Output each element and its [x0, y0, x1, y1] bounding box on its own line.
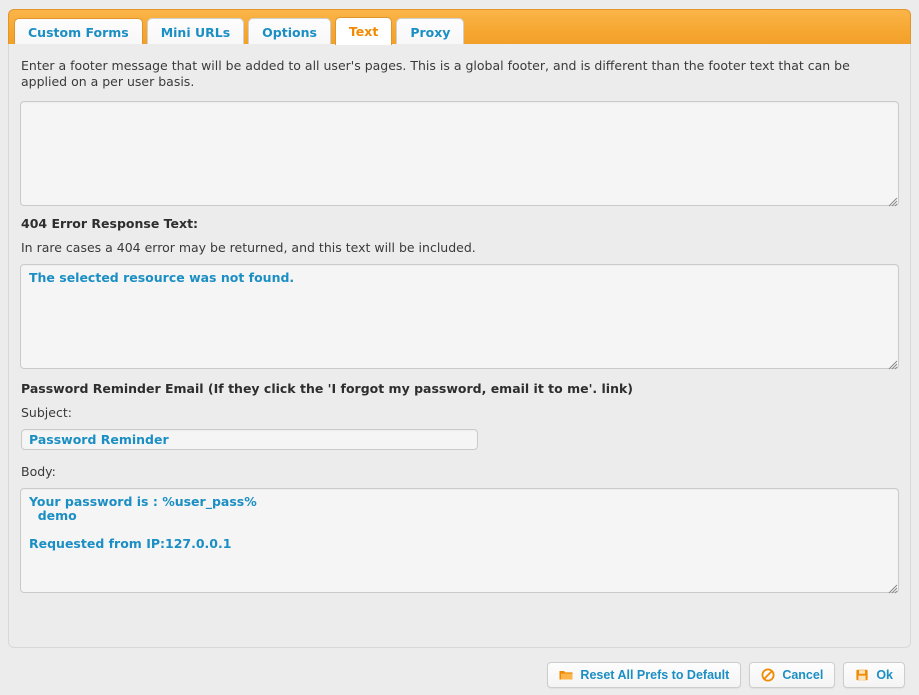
ok-button[interactable]: Ok: [843, 662, 905, 688]
save-disk-icon: [855, 668, 869, 682]
body-textarea[interactable]: Your password is : %user_pass% demo Requ…: [20, 488, 899, 593]
subject-input[interactable]: [21, 429, 478, 450]
body-label: Body:: [21, 464, 56, 479]
button-label: Reset All Prefs to Default: [580, 668, 730, 682]
dialog-footer: Reset All Prefs to Default Cancel Ok: [0, 655, 919, 695]
tab-mini-urls[interactable]: Mini URLs: [146, 18, 245, 45]
global-footer-field-wrap: [19, 101, 900, 207]
cancel-circle-icon: [761, 668, 775, 682]
tab-label: Custom Forms: [28, 24, 129, 40]
preferences-window: Custom Forms Mini URLs Options Text Prox…: [0, 0, 919, 695]
subject-label: Subject:: [21, 405, 72, 420]
tab-label: Proxy: [410, 24, 451, 40]
tab-label: Options: [262, 24, 317, 40]
body-field-wrap: Your password is : %user_pass% demo Requ…: [19, 488, 900, 594]
error-404-description: In rare cases a 404 error may be returne…: [21, 240, 476, 255]
tab-custom-forms[interactable]: Custom Forms: [14, 18, 143, 45]
tab-text[interactable]: Text: [334, 17, 393, 45]
tab-options[interactable]: Options: [248, 18, 331, 45]
cancel-button[interactable]: Cancel: [749, 662, 836, 688]
error-404-textarea[interactable]: The selected resource was not found.: [20, 264, 899, 369]
folder-icon: [559, 668, 573, 682]
global-footer-description: Enter a footer message that will be adde…: [21, 58, 850, 89]
button-label: Cancel: [782, 668, 824, 682]
reset-all-prefs-button[interactable]: Reset All Prefs to Default: [547, 662, 742, 688]
global-footer-textarea[interactable]: [20, 101, 899, 206]
error-404-label: 404 Error Response Text:: [21, 216, 199, 231]
tab-label: Text: [348, 24, 379, 39]
error-404-field-wrap: The selected resource was not found.: [19, 264, 900, 370]
tab-bar: Custom Forms Mini URLs Options Text Prox…: [8, 9, 911, 45]
tab-proxy[interactable]: Proxy: [396, 18, 465, 45]
password-reminder-label: Password Reminder Email (If they click t…: [21, 381, 634, 396]
tab-label: Mini URLs: [160, 24, 231, 40]
button-label: Ok: [876, 668, 893, 682]
text-settings-panel: Enter a footer message that will be adde…: [8, 44, 911, 648]
